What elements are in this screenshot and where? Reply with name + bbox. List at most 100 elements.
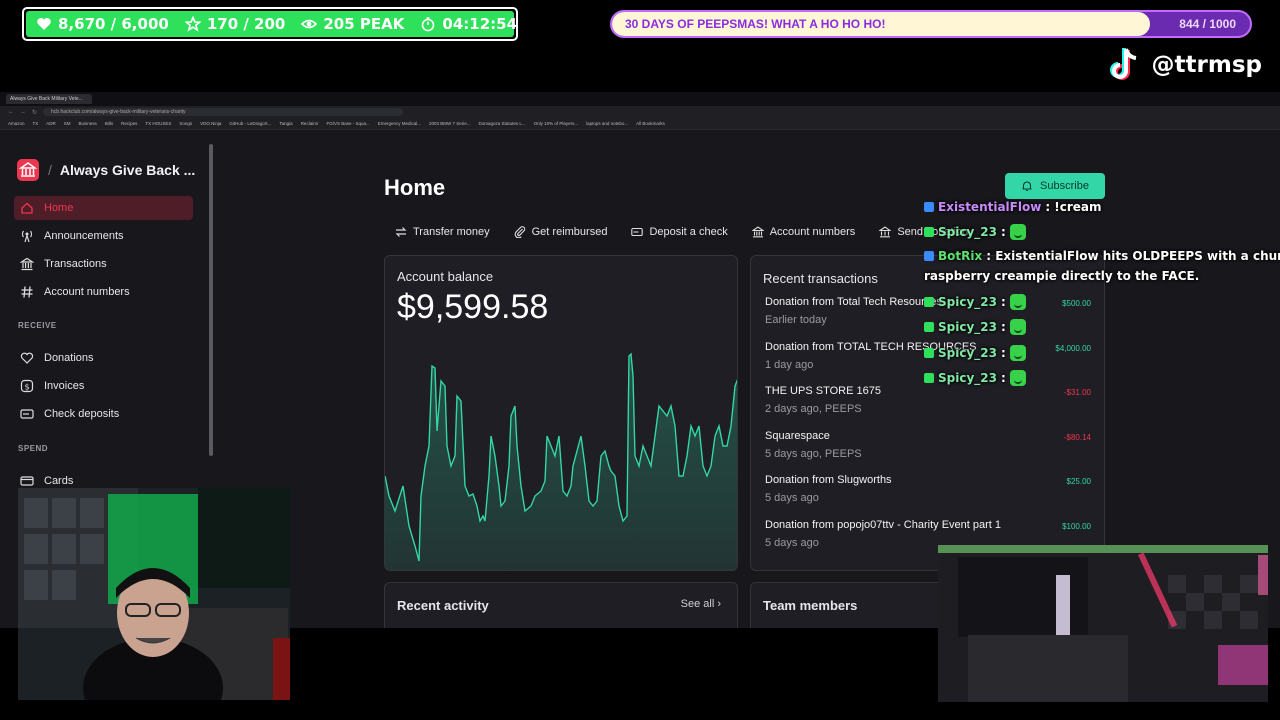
chat-username: Spicy_23 [938, 225, 997, 239]
back-icon[interactable]: ← [8, 109, 14, 115]
chat-message: Spicy_23: [924, 224, 1026, 240]
transaction-row[interactable]: Squarespace 5 days ago, PEEPS -$80.14 [765, 430, 1095, 470]
bookmark-item[interactable]: Tangia [279, 121, 292, 126]
bookmark-item[interactable]: Only 10% of Players... [534, 121, 579, 126]
bookmark-item[interactable]: Domagoza Statutes L... [479, 121, 526, 126]
stream-stats: 8,670 / 6,000 170 / 200 205 PEAK 04:12:5… [26, 11, 517, 37]
bookmark-item[interactable]: VDO.Ninja [200, 121, 221, 126]
subs-value: 170 / 200 [206, 15, 286, 33]
chat-message: Spicy_23: [924, 345, 1026, 361]
sidebar-item-label: Invoices [44, 380, 85, 392]
recent-activity-title: Recent activity [397, 598, 489, 613]
smile-emote-icon [1009, 319, 1026, 335]
check-icon [20, 409, 34, 419]
sidebar-item-label: Donations [44, 352, 94, 364]
bookmark-item[interactable]: TX HOUSES [145, 121, 171, 126]
bookmark-item[interactable]: Reclaimr [301, 121, 319, 126]
see-all-link[interactable]: See all › [681, 598, 721, 610]
transaction-meta: Earlier today [765, 314, 827, 326]
chat-text: : [1000, 225, 1006, 239]
bookmark-item[interactable]: laptops and notebo... [586, 121, 628, 126]
peak-value: 205 PEAK [323, 15, 405, 33]
sidebar-item-donations[interactable]: Donations [14, 346, 193, 370]
sidebar-item-check-deposits[interactable]: Check deposits [14, 402, 193, 426]
sidebar-item-label: Home [44, 202, 74, 214]
sidebar-item-invoices[interactable]: $ Invoices [14, 374, 193, 398]
eye-icon [301, 19, 318, 29]
bookmark-item[interactable]: Business [79, 121, 97, 126]
bank-icon [751, 225, 764, 237]
deposit-check-button[interactable]: Deposit a check [622, 220, 736, 243]
transaction-name: Donation from Slugworths [765, 474, 892, 487]
sidebar-item-label: Account numbers [44, 286, 130, 298]
reload-icon[interactable]: ↻ [32, 109, 37, 116]
section-label-spend: SPEND [18, 444, 49, 453]
dollar-icon: $ [20, 379, 34, 393]
hash-icon [21, 286, 33, 298]
bank-logo-icon [17, 159, 39, 181]
bookmark-item[interactable]: Songs [179, 121, 192, 126]
smile-emote-icon [1009, 370, 1026, 386]
bookmark-item[interactable]: 2003 BMW 7 Serie... [429, 121, 471, 126]
followers-stat: 8,670 / 6,000 [36, 15, 169, 33]
chat-badge-icon [924, 227, 934, 237]
transaction-meta: 2 days ago, PEEPS [765, 403, 862, 416]
bookmark-item[interactable]: Emergency Medical... [378, 121, 421, 126]
bookmark-item[interactable]: Recipes [121, 121, 137, 126]
transaction-amount: $4,000.00 [1055, 343, 1091, 353]
sidebar-item-announcements[interactable]: Announcements [14, 224, 193, 248]
chat-badge-icon [924, 348, 934, 358]
room-camera [938, 545, 1268, 702]
chevron-right-icon: › [717, 598, 721, 610]
chat-text: : !cream [1045, 200, 1102, 214]
page-title: Home [384, 175, 446, 200]
transaction-row[interactable]: THE UPS STORE 1675 2 days ago, PEEPS -$31.… [765, 385, 1095, 425]
bookmark-item[interactable]: All Bookmarks [636, 121, 665, 126]
recent-transactions-title: Recent transactions [763, 271, 878, 286]
balance-history-chart [385, 352, 737, 570]
bookmark-item[interactable]: GitHub - LeDragoX... [229, 121, 271, 126]
chat-username: BotRix [938, 249, 983, 263]
transfer-money-button[interactable]: Transfer money [386, 220, 499, 243]
url-field[interactable]: hcb.hackclub.com/always-give-back-milita… [43, 108, 404, 116]
sidebar-item-transactions[interactable]: Transactions [14, 252, 193, 276]
chat-username: Spicy_23 [938, 371, 997, 385]
action-label: Transfer money [413, 225, 490, 238]
org-header[interactable]: / Always Give Back ... [16, 158, 195, 182]
peak-stat: 205 PEAK [301, 15, 404, 33]
bookmark-item[interactable]: Amazon [8, 121, 25, 126]
chat-message: ExistentialFlow: !cream [924, 200, 1102, 214]
chat-message: Spicy_23: [924, 370, 1026, 386]
chat-badge-icon [924, 322, 934, 332]
chat-username: Spicy_23 [938, 295, 997, 309]
tiktok-handle: @ttrmsp [1151, 52, 1262, 78]
sidebar-scrollbar[interactable] [209, 144, 213, 456]
recent-activity-card: Recent activity See all › [384, 582, 738, 628]
team-members-title: Team members [763, 598, 858, 613]
transaction-row[interactable]: Donation from Slugworths 5 days ago $25.00 [765, 474, 1095, 514]
tiktok-handle-block: @ttrmsp [1106, 46, 1262, 84]
home-icon [21, 202, 33, 214]
bookmark-item[interactable]: FG/VS Base - Squa... [326, 121, 369, 126]
card-icon [20, 476, 34, 486]
bookmark-item[interactable]: ADR [46, 121, 56, 126]
bookmark-item[interactable]: Bills [105, 121, 113, 126]
webcam-image [18, 488, 290, 700]
sidebar-item-account-numbers[interactable]: Account numbers [14, 280, 193, 304]
smile-emote-icon [1009, 294, 1026, 310]
transaction-amount: $100.00 [1062, 522, 1091, 531]
goal-count: 844 / 1000 [1179, 17, 1236, 31]
bookmark-item[interactable]: SM [64, 121, 71, 126]
browser-tab[interactable]: Always Give Back Military Vete... [6, 94, 92, 104]
tab-bar: Always Give Back Military Vete... [0, 92, 1280, 106]
forward-icon[interactable]: → [20, 109, 26, 115]
sidebar-item-home[interactable]: Home [14, 196, 193, 220]
org-separator: / [48, 162, 52, 178]
tiktok-logo-icon [1109, 48, 1136, 80]
bookmark-item[interactable]: TX [33, 121, 39, 126]
chat-text: : ExistentialFlow hits OLDPEEPS with a c… [986, 249, 1280, 263]
get-reimbursed-button[interactable]: Get reimbursed [505, 220, 617, 243]
sidebar-item-label: Check deposits [44, 408, 120, 420]
subscribe-button[interactable]: Subscribe [1005, 173, 1105, 199]
account-numbers-button[interactable]: Account numbers [743, 220, 865, 243]
